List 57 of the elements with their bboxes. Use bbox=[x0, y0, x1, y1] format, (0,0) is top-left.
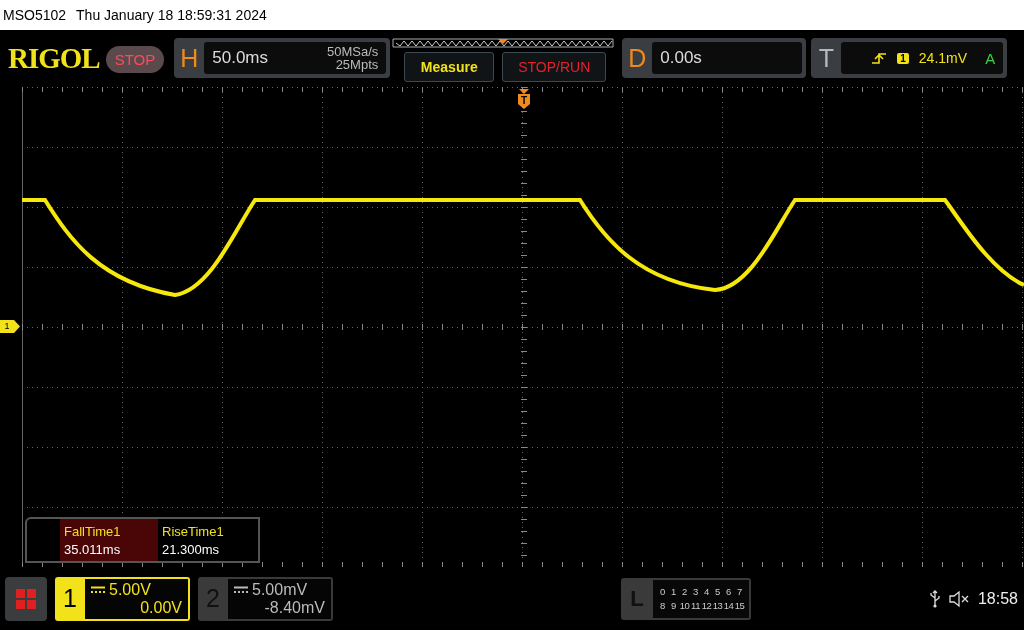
run-state-indicator: STOP bbox=[105, 46, 165, 73]
measurement-name: RiseTime1 bbox=[162, 523, 225, 539]
delay-label: D bbox=[627, 43, 648, 73]
channel-scale: 5.00mV bbox=[252, 580, 308, 599]
timebase-value: 50.0ms bbox=[212, 48, 268, 68]
clock-time: 18:58 bbox=[977, 589, 1018, 608]
logic-bit-label: 15 bbox=[734, 600, 745, 611]
logic-bit-label: 9 bbox=[670, 600, 677, 611]
logic-bit-label: 2 bbox=[681, 586, 688, 597]
stop-run-button[interactable]: STOP/RUN bbox=[502, 52, 607, 82]
channel-panel[interactable]: 1 5.00V 0.00V bbox=[55, 576, 190, 621]
sample-rate: 50MSa/s bbox=[326, 45, 379, 58]
menu-button[interactable] bbox=[5, 576, 47, 621]
trigger-source: 1 bbox=[897, 52, 909, 64]
speaker-muted-icon[interactable] bbox=[947, 589, 970, 608]
trigger-level: 24.1mV bbox=[918, 50, 968, 66]
grid-icon bbox=[15, 587, 37, 610]
channel-offset: 0.00V bbox=[139, 598, 182, 617]
model-name: MSO5102 bbox=[3, 7, 67, 23]
date-time: Thu January 18 18:59:31 2024 bbox=[76, 7, 267, 23]
usb-icon bbox=[929, 589, 940, 608]
measurement-column[interactable]: RiseTime1 21.300ms bbox=[158, 519, 256, 561]
logic-bit-label: 10 bbox=[679, 600, 690, 611]
logic-bit-label: 12 bbox=[701, 600, 712, 611]
logic-bit-label: 13 bbox=[712, 600, 723, 611]
measure-button[interactable]: Measure bbox=[404, 52, 495, 82]
logo: RIGOL bbox=[8, 42, 100, 75]
delay-value: 0.00s bbox=[660, 48, 702, 68]
horizontal-panel[interactable]: H 50.0ms 50MSa/s 25Mpts bbox=[174, 38, 391, 78]
trigger-position-marker[interactable]: T bbox=[517, 89, 531, 109]
measurement-value: 35.011ms bbox=[64, 541, 122, 557]
dc-coupling-icon bbox=[234, 585, 248, 594]
channel-scale: 5.00V bbox=[109, 580, 151, 599]
logic-bit-label: 0 bbox=[659, 586, 666, 597]
dc-coupling-icon bbox=[91, 585, 105, 594]
logic-bit-label: 14 bbox=[723, 600, 734, 611]
logic-bit-label: 4 bbox=[703, 586, 710, 597]
memory-depth: 25Mpts bbox=[335, 58, 379, 71]
trigger-panel[interactable]: T 1 24.1mV A bbox=[811, 38, 1008, 78]
logic-bit-label: 6 bbox=[725, 586, 732, 597]
logic-bit-label: 5 bbox=[714, 586, 721, 597]
logic-bit-label: 1 bbox=[670, 586, 677, 597]
trigger-label: T bbox=[817, 43, 835, 73]
delay-panel[interactable]: D 0.00s bbox=[622, 38, 807, 78]
measurement-value: 21.300ms bbox=[162, 541, 221, 557]
channel-number: 1 bbox=[62, 584, 78, 613]
measurement-column[interactable]: FallTime1 35.011ms bbox=[60, 519, 158, 561]
logic-bit-label: 3 bbox=[692, 586, 699, 597]
trigger-mode: A bbox=[985, 49, 996, 67]
logic-bit-label: 11 bbox=[690, 600, 701, 611]
channel-offset: -8.40mV bbox=[263, 598, 325, 617]
logic-bit-label: 8 bbox=[659, 600, 666, 611]
horizontal-label: H bbox=[179, 43, 200, 73]
measurement-name: FallTime1 bbox=[64, 523, 122, 539]
rising-edge-icon bbox=[871, 51, 888, 65]
logic-bit-label: 7 bbox=[736, 586, 743, 597]
channel-marker[interactable]: 1 bbox=[0, 320, 20, 333]
